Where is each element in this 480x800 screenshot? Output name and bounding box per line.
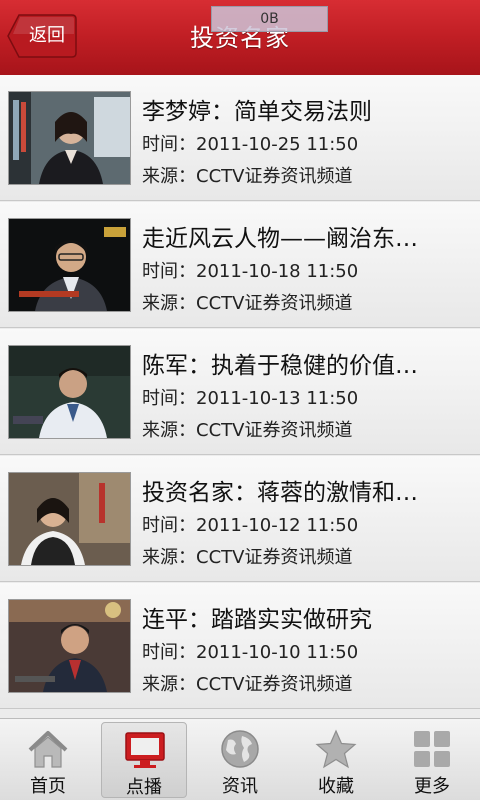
item-time: 时间：2011-10-12 11:50 [142, 515, 359, 536]
list-item[interactable]: 投资名家：蒋蓉的激情和… 时间：2011-10-12 11:50 来源：CCTV… [0, 456, 480, 582]
tab-label: 首页 [30, 776, 66, 797]
tab-more[interactable]: 更多 [389, 722, 475, 798]
item-time: 时间：2011-10-10 11:50 [142, 642, 359, 663]
item-title: 李梦婷：简单交易法则 [142, 99, 372, 125]
item-source: 来源：CCTV证券资讯频道 [142, 547, 353, 568]
item-time: 时间：2011-10-25 11:50 [142, 134, 359, 155]
list-item[interactable]: 连平：踏踏实实做研究 时间：2011-10-10 11:50 来源：CCTV证券… [0, 583, 480, 709]
tab-label: 更多 [414, 776, 450, 797]
video-list: 李梦婷：简单交易法则 时间：2011-10-25 11:50 来源：CCTV证券… [0, 75, 480, 720]
item-title: 陈军：执着于稳健的价值… [142, 353, 418, 379]
grid-icon [414, 731, 450, 767]
item-source: 来源：CCTV证券资讯频道 [142, 293, 353, 314]
item-title: 连平：踏踏实实做研究 [142, 607, 372, 633]
tab-label: 资讯 [222, 776, 258, 797]
video-thumbnail [8, 472, 131, 566]
tab-news[interactable]: 资讯 [197, 722, 283, 798]
item-time: 时间：2011-10-18 11:50 [142, 261, 359, 282]
list-item[interactable]: 李梦婷：简单交易法则 时间：2011-10-25 11:50 来源：CCTV证券… [0, 75, 480, 201]
item-source: 来源：CCTV证券资讯频道 [142, 420, 353, 441]
item-source: 来源：CCTV证券资讯频道 [142, 166, 353, 187]
list-item[interactable]: 陈军：执着于稳健的价值… 时间：2011-10-13 11:50 来源：CCTV… [0, 329, 480, 455]
home-icon [28, 731, 68, 768]
tab-label: 点播 [126, 777, 162, 798]
title-bar: 返回 投资名家 0B [0, 0, 480, 75]
tab-home[interactable]: 首页 [5, 722, 91, 798]
tab-vod[interactable]: 点播 [101, 722, 187, 798]
item-time: 时间：2011-10-13 11:50 [142, 388, 359, 409]
tab-favorites[interactable]: 收藏 [293, 722, 379, 798]
video-thumbnail [8, 218, 131, 312]
video-thumbnail [8, 345, 131, 439]
item-source: 来源：CCTV证券资讯频道 [142, 674, 353, 695]
list-item[interactable]: 走近风云人物——阚治东… 时间：2011-10-18 11:50 来源：CCTV… [0, 202, 480, 328]
video-thumbnail [8, 599, 131, 693]
item-title: 走近风云人物——阚治东… [142, 226, 418, 252]
network-speed-badge: 0B [211, 6, 328, 32]
video-thumbnail [8, 91, 131, 185]
tv-icon [125, 732, 165, 768]
tab-label: 收藏 [318, 776, 354, 797]
item-title: 投资名家：蒋蓉的激情和… [142, 480, 418, 506]
star-icon [315, 729, 357, 769]
bottom-tab-bar: 首页 点播 资讯 收藏 更多 [0, 718, 480, 800]
app-screen: 返回 投资名家 0B 李梦婷：简单交易法则 时间：2011-10-25 11:5… [0, 0, 480, 800]
globe-icon [221, 730, 259, 768]
